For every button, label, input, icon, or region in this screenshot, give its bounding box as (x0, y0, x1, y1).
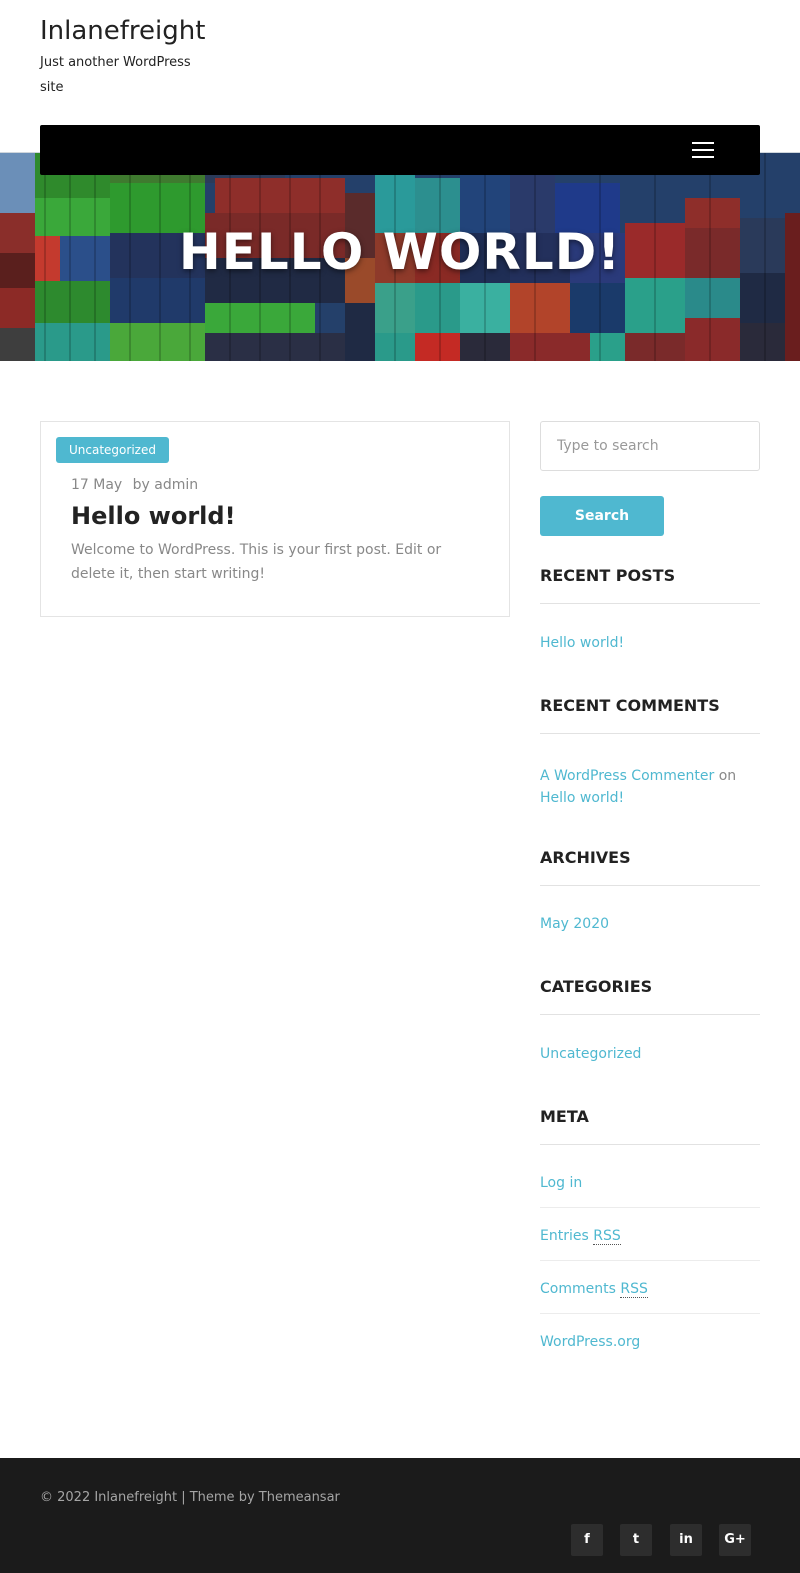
post-author[interactable]: by admin (133, 477, 199, 493)
site-footer: © 2022 Inlanefreight | Theme by Themeans… (0, 1458, 800, 1573)
category-link[interactable]: Uncategorized (540, 1046, 641, 1062)
hero-banner: HELLO WORLD! (0, 152, 800, 361)
divider (540, 1207, 760, 1208)
site-description: Just another WordPress site (40, 55, 191, 95)
categories-heading: CATEGORIES (540, 977, 653, 996)
search-input[interactable] (540, 421, 760, 471)
recent-comment-item: A WordPress Commenter on Hello world! (540, 765, 760, 809)
recent-post-link[interactable]: Hello world! (540, 635, 624, 651)
comment-author-link[interactable]: A WordPress Commenter (540, 768, 714, 784)
rss-abbr: RSS (620, 1281, 648, 1298)
divider (540, 1014, 760, 1015)
search-button[interactable]: Search (540, 496, 664, 536)
post-meta: 17 May by admin (71, 477, 204, 493)
comments-label: Comments (540, 1281, 616, 1297)
divider (540, 885, 760, 886)
rss-abbr: RSS (593, 1228, 621, 1245)
archives-heading: ARCHIVES (540, 848, 631, 867)
divider (540, 1144, 760, 1145)
meta-heading: META (540, 1107, 589, 1126)
post-excerpt: Welcome to WordPress. This is your first… (71, 542, 442, 582)
site-title[interactable]: Inlanefreight (40, 16, 205, 46)
recent-comments-heading: RECENT COMMENTS (540, 696, 720, 715)
login-link[interactable]: Log in (540, 1175, 582, 1191)
linkedin-icon[interactable]: in (670, 1524, 702, 1556)
comment-joiner: on (718, 768, 737, 784)
twitter-icon[interactable]: t (620, 1524, 652, 1556)
main-navbar (40, 125, 760, 175)
wordpress-org-link[interactable]: WordPress.org (540, 1334, 640, 1350)
post-card: Uncategorized 17 May by admin Hello worl… (40, 421, 510, 617)
archive-link[interactable]: May 2020 (540, 916, 609, 932)
category-badge[interactable]: Uncategorized (56, 437, 169, 463)
divider (540, 733, 760, 734)
menu-toggle-icon[interactable] (692, 142, 714, 158)
divider (540, 603, 760, 604)
copyright-text: © 2022 Inlanefreight | Theme by Themeans… (40, 1490, 340, 1505)
entries-label: Entries (540, 1228, 589, 1244)
facebook-icon[interactable]: f (571, 1524, 603, 1556)
google-plus-icon[interactable]: G+ (719, 1524, 751, 1556)
comment-post-link[interactable]: Hello world! (540, 790, 624, 806)
entries-rss-link[interactable]: Entries RSS (540, 1228, 621, 1245)
divider (540, 1260, 760, 1261)
comments-rss-link[interactable]: Comments RSS (540, 1281, 648, 1298)
recent-posts-heading: RECENT POSTS (540, 566, 676, 585)
hero-title: HELLO WORLD! (178, 223, 622, 281)
post-title[interactable]: Hello world! (71, 502, 236, 530)
post-date[interactable]: 17 May (71, 477, 122, 493)
divider (540, 1313, 760, 1314)
